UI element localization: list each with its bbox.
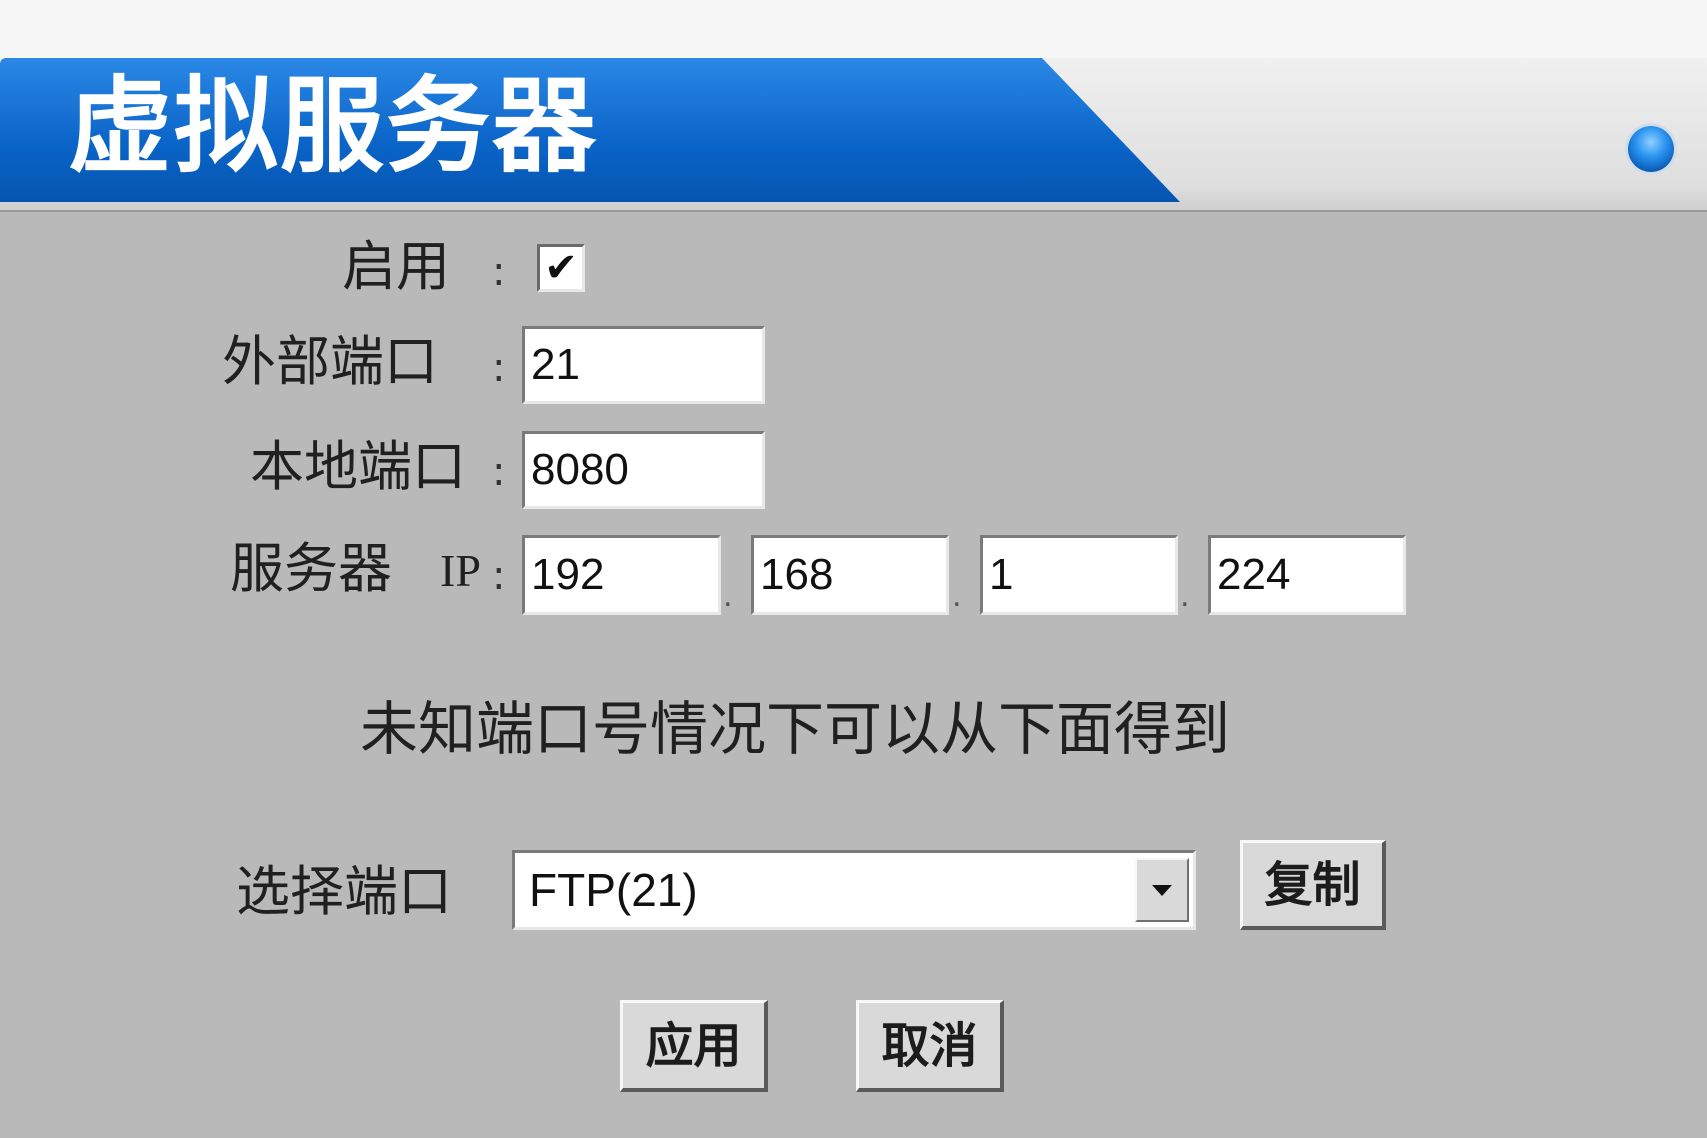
top-strip bbox=[0, 0, 1707, 58]
ip-separator: . bbox=[952, 579, 962, 614]
local-port-label: 本地端口 bbox=[250, 435, 466, 498]
status-indicator-icon bbox=[1628, 126, 1674, 172]
page-title: 虚拟服务器 bbox=[68, 65, 599, 187]
port-select[interactable]: FTP(21) bbox=[512, 850, 1196, 930]
ip-octet-4-input[interactable]: 224 bbox=[1208, 535, 1406, 615]
apply-button[interactable]: 应用 bbox=[620, 1000, 768, 1092]
external-port-label: 外部端口 bbox=[222, 330, 438, 393]
enable-checkbox[interactable]: ✔ bbox=[537, 244, 585, 292]
port-hint-text: 未知端口号情况下可以从下面得到 bbox=[360, 695, 1231, 763]
port-select-label: 选择端口 bbox=[236, 860, 452, 923]
ip-separator: . bbox=[723, 579, 733, 614]
cancel-button[interactable]: 取消 bbox=[856, 1000, 1004, 1092]
copy-button[interactable]: 复制 bbox=[1240, 840, 1386, 930]
external-port-input[interactable]: 21 bbox=[522, 326, 765, 404]
enable-label: 启用 bbox=[342, 235, 450, 298]
external-port-colon: : bbox=[492, 345, 506, 391]
server-ip-ip-label: IP bbox=[440, 545, 481, 596]
server-ip-label: 服务器 bbox=[230, 537, 392, 600]
ip-octet-1-input[interactable]: 192 bbox=[522, 535, 721, 615]
dropdown-button[interactable] bbox=[1135, 858, 1189, 922]
ip-separator: . bbox=[1180, 579, 1190, 614]
ip-octet-3-input[interactable]: 1 bbox=[980, 535, 1178, 615]
check-icon: ✔ bbox=[544, 245, 578, 291]
ip-octet-2-input[interactable]: 168 bbox=[751, 535, 949, 615]
local-port-input[interactable]: 8080 bbox=[522, 431, 765, 509]
local-port-colon: : bbox=[492, 449, 506, 495]
port-select-value: FTP(21) bbox=[529, 864, 698, 916]
enable-colon: : bbox=[492, 249, 506, 295]
server-ip-colon: : bbox=[492, 553, 506, 599]
chevron-down-icon bbox=[1152, 884, 1172, 896]
